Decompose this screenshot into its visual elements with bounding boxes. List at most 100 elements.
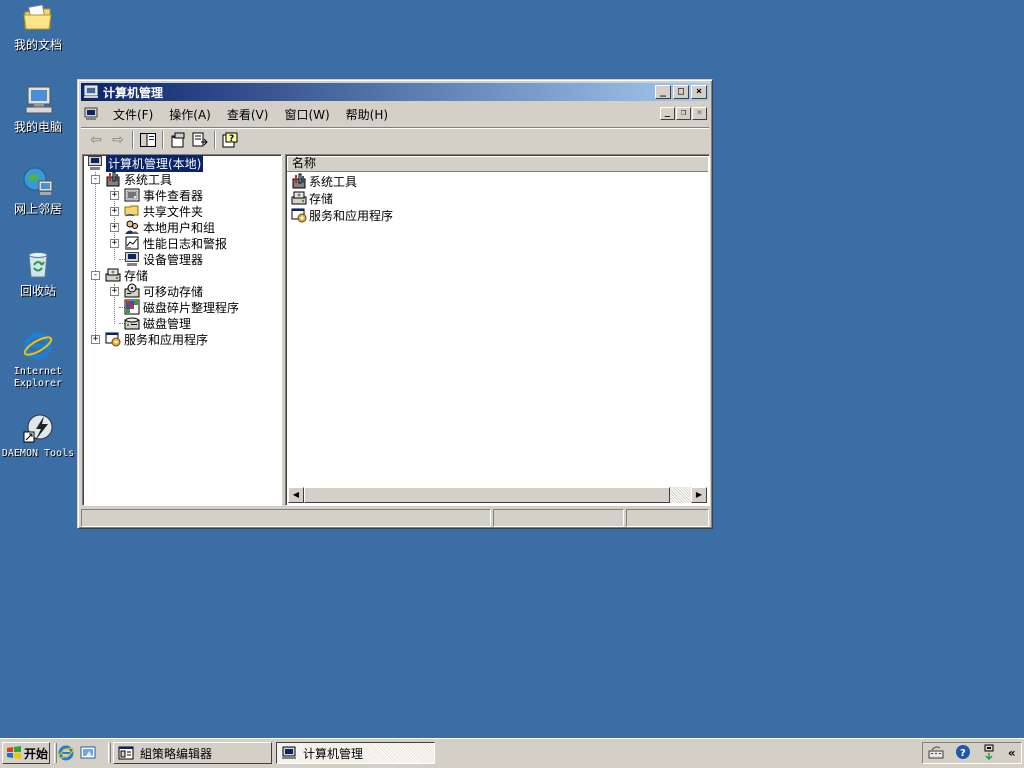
tree-item-computer-management-local[interactable]: 计算机管理(本地)	[87, 155, 205, 173]
desktop-icon-daemon-tools[interactable]: DAEMON Tools	[0, 412, 76, 460]
internet-explorer-icon	[22, 330, 54, 362]
tree-item-system-tools[interactable]: - 系统工具	[91, 171, 172, 187]
back-button[interactable]: ⇦	[85, 130, 107, 150]
console-tree-icon	[140, 132, 156, 147]
desktop-icon-label: 回收站	[19, 284, 56, 298]
quicklaunch-show-desktop-button[interactable]	[79, 744, 97, 762]
back-arrow-icon: ⇦	[90, 131, 102, 148]
column-header-name[interactable]: 名称	[287, 156, 708, 172]
device-manager-icon	[124, 251, 140, 267]
desktop-icon-internet-explorer[interactable]: Internet Explorer	[0, 330, 76, 390]
help-button[interactable]: ?	[219, 130, 241, 150]
scroll-right-button[interactable]: ▶	[691, 487, 707, 503]
desktop-icon-my-documents[interactable]: 我的文档	[0, 2, 76, 52]
tree-item-label: 系统工具	[124, 172, 173, 187]
tree-item-disk-management[interactable]: 磁盘管理	[124, 315, 191, 331]
scroll-thumb[interactable]	[304, 487, 670, 503]
menu-help[interactable]: 帮助(H)	[338, 104, 396, 125]
scroll-left-button[interactable]: ◀	[288, 487, 304, 503]
tree-item-removable-storage[interactable]: + 可移动存储	[110, 283, 203, 299]
toolbar-separator	[132, 130, 134, 149]
tree-item-event-viewer[interactable]: + 事件查看器	[110, 187, 203, 203]
expand-toggle[interactable]: +	[110, 286, 119, 296]
tree-item-shared-folders[interactable]: + 共享文件夹	[110, 203, 203, 219]
mdi-document-icon[interactable]	[83, 106, 99, 122]
help-tray-icon[interactable]: ?	[955, 744, 971, 763]
tree-connector	[95, 172, 96, 343]
close-icon: ×	[695, 86, 703, 97]
menu-action[interactable]: 操作(A)	[161, 104, 219, 125]
expand-toggle[interactable]: +	[110, 238, 119, 248]
tree-item-disk-defragmenter[interactable]: 磁盘碎片整理程序	[124, 299, 239, 315]
properties-button[interactable]	[167, 130, 189, 150]
details-pane[interactable]: 名称 系统工具 存储 服务和应用程序 ◀ ▶	[285, 154, 710, 506]
storage-icon	[105, 267, 121, 283]
desktop-icon-label: 我的电脑	[13, 120, 62, 134]
list-item-label: 存储	[309, 191, 334, 206]
mdi-minimize-button[interactable]: _	[660, 107, 675, 120]
close-button[interactable]: ×	[691, 85, 707, 99]
recycle-bin-icon	[22, 248, 54, 280]
group-policy-icon	[118, 746, 134, 760]
menu-view[interactable]: 查看(V)	[219, 104, 277, 125]
mdi-restore-button[interactable]: ❐	[676, 107, 691, 120]
expand-toggle[interactable]: +	[91, 334, 100, 344]
tree-item-label: 磁盘管理	[143, 316, 192, 331]
tree-item-label: 共享文件夹	[143, 204, 204, 219]
my-documents-icon	[22, 2, 54, 34]
tree-item-local-users-groups[interactable]: + 本地用户和组	[110, 219, 215, 235]
tree-item-device-manager[interactable]: 设备管理器	[124, 251, 203, 267]
desktop-icon-recycle-bin[interactable]: 回收站	[0, 248, 76, 298]
task-button-computer-management[interactable]: 计算机管理	[276, 742, 435, 764]
horizontal-scrollbar[interactable]: ◀ ▶	[288, 487, 707, 503]
collapse-toggle[interactable]: -	[91, 174, 100, 184]
show-hide-tree-button[interactable]	[137, 130, 159, 150]
svg-text:?: ?	[229, 134, 234, 144]
menu-file[interactable]: 文件(F)	[105, 104, 161, 125]
window-titlebar[interactable]: 计算机管理 _ □ ×	[81, 83, 709, 101]
tree-item-label: 事件查看器	[143, 188, 204, 203]
desktop-icon-network-places[interactable]: 网上邻居	[0, 166, 76, 216]
start-button[interactable]: 开始	[2, 742, 50, 764]
tree-item-storage[interactable]: - 存储	[91, 267, 148, 283]
list-item-label: 系统工具	[309, 174, 358, 189]
system-tools-icon	[105, 171, 121, 187]
forward-button[interactable]: ⇨	[107, 130, 129, 150]
computer-management-window[interactable]: 计算机管理 _ □ × 文件(F) 操作(A) 查看(V) 窗口(W) 帮助(H…	[77, 79, 713, 529]
tree-item-label: 可移动存储	[143, 284, 204, 299]
toolbar-separator	[214, 130, 216, 149]
list-item-system-tools[interactable]: 系统工具	[291, 173, 357, 189]
tree-item-label: 存储	[124, 268, 149, 283]
taskbar-grip[interactable]	[108, 743, 111, 763]
menu-window[interactable]: 窗口(W)	[276, 104, 337, 125]
keyboard-icon[interactable]	[928, 745, 944, 762]
tree-item-performance-logs-alerts[interactable]: + 性能日志和警报	[110, 235, 227, 251]
mdi-close-button[interactable]: ×	[692, 107, 707, 120]
expand-toggle[interactable]: +	[110, 190, 119, 200]
console-tree-pane[interactable]: 计算机管理(本地) - 系统工具 + 事件查看器 + 共享文件夹 + 本地用户和…	[82, 154, 282, 506]
tree-item-services-applications[interactable]: + 服务和应用程序	[91, 331, 208, 347]
list-item-storage[interactable]: 存储	[291, 190, 333, 206]
task-label: 組策略编辑器	[140, 746, 213, 761]
task-button-group-policy-editor[interactable]: 組策略编辑器	[113, 742, 272, 764]
tree-item-label: 计算机管理(本地)	[104, 155, 205, 173]
storage-icon	[291, 190, 307, 206]
show-hidden-icons-chevron-icon[interactable]: «	[1008, 746, 1016, 760]
restore-icon: ❐	[680, 108, 687, 118]
computer-management-icon	[83, 85, 99, 99]
desktop-icon-my-computer[interactable]: 我的电脑	[0, 84, 76, 134]
tree-item-label: 设备管理器	[143, 252, 204, 267]
export-list-button[interactable]	[189, 130, 211, 150]
scroll-right-arrow-icon: ▶	[695, 490, 703, 499]
expand-toggle[interactable]: +	[110, 222, 119, 232]
list-item-services-applications[interactable]: 服务和应用程序	[291, 207, 393, 223]
quicklaunch-ie-button[interactable]	[57, 744, 75, 762]
collapse-toggle[interactable]: -	[91, 270, 100, 280]
scroll-track[interactable]	[670, 487, 691, 503]
safely-remove-hardware-icon[interactable]	[981, 744, 997, 763]
maximize-button[interactable]: □	[673, 85, 689, 99]
minimize-button[interactable]: _	[655, 85, 671, 99]
tree-item-label: 服务和应用程序	[124, 332, 209, 347]
expand-toggle[interactable]: +	[110, 206, 119, 216]
status-panel	[81, 509, 491, 527]
